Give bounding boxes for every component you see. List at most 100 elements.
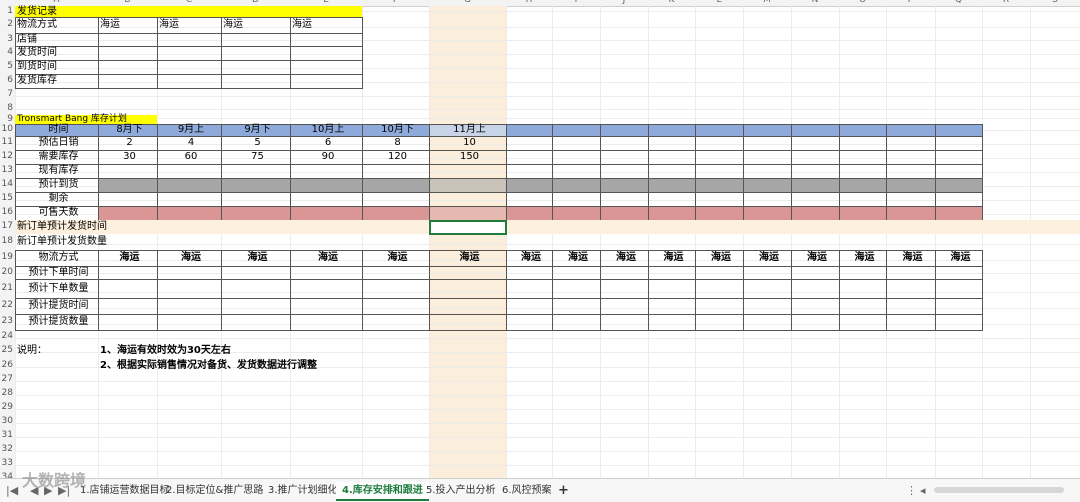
tab-promotion-plan[interactable]: 3.推广计划细化 xyxy=(262,482,344,499)
row-header[interactable]: 7 xyxy=(0,90,13,99)
row-header[interactable]: 5 xyxy=(0,62,13,71)
column-header[interactable]: L xyxy=(709,0,729,5)
row-header[interactable]: 18 xyxy=(0,237,13,246)
table-cell xyxy=(935,298,983,315)
row-header[interactable]: 12 xyxy=(0,152,13,161)
logistics-value: 海运 xyxy=(807,252,827,263)
column-header[interactable]: A xyxy=(47,0,67,5)
column-header[interactable]: K xyxy=(662,0,682,5)
row-header[interactable]: 20 xyxy=(0,267,13,277)
table-cell xyxy=(98,164,158,179)
column-header[interactable]: D xyxy=(246,0,266,5)
row-header[interactable]: 22 xyxy=(0,301,13,310)
table-cell xyxy=(221,164,291,179)
row-header[interactable]: 23 xyxy=(0,317,13,326)
note-item: 1、海运有效时效为30天左右 xyxy=(100,345,231,356)
column-header[interactable]: R xyxy=(996,0,1016,5)
table-cell xyxy=(886,150,936,165)
first-sheet-icon[interactable]: |◀ xyxy=(6,482,18,499)
tab-target-positioning[interactable]: 2.目标定位&推广思路 xyxy=(160,482,269,499)
table-cell xyxy=(362,164,430,179)
tab-inventory-arrangement[interactable]: 4.库存安排和跟进 xyxy=(336,482,429,501)
column-header[interactable]: J xyxy=(614,0,634,5)
table-cell xyxy=(791,206,840,221)
horizontal-scrollbar[interactable] xyxy=(934,487,1064,493)
gridline xyxy=(15,338,1080,339)
row-header[interactable]: 26 xyxy=(0,360,13,370)
gridline xyxy=(15,423,1080,424)
table-cell xyxy=(791,266,840,280)
row-header[interactable]: 2 xyxy=(0,20,13,29)
row-header[interactable]: 14 xyxy=(0,180,13,189)
row-header[interactable]: 19 xyxy=(0,253,13,262)
row-header[interactable]: 27 xyxy=(0,375,13,384)
row-header[interactable]: 4 xyxy=(0,48,13,57)
daily-sales-value: 5 xyxy=(254,137,261,148)
column-header[interactable]: H xyxy=(519,0,539,5)
scroll-left-icon[interactable]: ◂ xyxy=(920,482,926,499)
tab-risk-control[interactable]: 6.风控预案 xyxy=(496,482,558,499)
table-cell xyxy=(743,314,792,331)
row-header[interactable]: 6 xyxy=(0,76,13,85)
row-header[interactable]: 33 xyxy=(0,459,13,468)
column-header[interactable]: I xyxy=(566,0,586,5)
gridline xyxy=(695,6,696,478)
row-header[interactable]: 3 xyxy=(0,34,13,44)
table-cell xyxy=(290,74,363,89)
table-cell xyxy=(600,266,649,280)
row-header[interactable]: 1 xyxy=(0,6,13,16)
table-cell xyxy=(791,164,840,179)
table-cell xyxy=(695,136,744,151)
row-header[interactable]: 17 xyxy=(0,222,13,231)
logistics-value: 海运 xyxy=(568,252,588,263)
column-header[interactable]: N xyxy=(805,0,825,5)
column-header[interactable]: O xyxy=(853,0,873,5)
active-cell-G17[interactable] xyxy=(429,220,507,235)
row-header[interactable]: 9 xyxy=(0,114,13,124)
row-label: 预计到货 xyxy=(38,179,79,190)
gridline xyxy=(15,437,1080,438)
row-header[interactable]: 30 xyxy=(0,417,13,426)
column-header[interactable]: S xyxy=(1045,0,1065,5)
table-cell xyxy=(221,206,291,221)
row-header[interactable]: 24 xyxy=(0,332,13,341)
row-header[interactable]: 13 xyxy=(0,166,13,175)
table-cell xyxy=(157,74,222,89)
table-cell xyxy=(743,298,792,315)
column-header[interactable]: Q xyxy=(949,0,969,5)
row-header[interactable]: 8 xyxy=(0,103,13,113)
table-cell xyxy=(839,192,887,207)
cell-area[interactable]: 发货记录 物流方式 店铺 发货时间 到货时间 发货库存 海运 海运 海运 海运 Tronsmart … xyxy=(15,6,1080,478)
row-label: 预计下单数量 xyxy=(28,282,89,294)
row-header[interactable]: 25 xyxy=(0,346,13,355)
column-header[interactable]: E xyxy=(316,0,336,5)
gridline xyxy=(15,409,1080,410)
column-header[interactable]: F xyxy=(386,0,406,5)
row-header[interactable]: 11 xyxy=(0,138,13,147)
table-cell xyxy=(429,192,507,207)
column-header[interactable]: C xyxy=(179,0,199,5)
row-header[interactable]: 10 xyxy=(0,125,13,134)
new-order-ship-qty-label: 新订单预计发货数量 xyxy=(17,236,107,247)
row-header[interactable]: 15 xyxy=(0,194,13,203)
column-header[interactable]: G xyxy=(458,0,478,5)
column-header[interactable]: M xyxy=(757,0,777,5)
table-cell xyxy=(362,298,430,315)
row-header[interactable]: 31 xyxy=(0,431,13,440)
tab-input-output-analysis[interactable]: 5.投入产出分析 xyxy=(420,482,502,499)
spreadsheet-grid[interactable]: ABCDEFGHIJKLMNOPQRS 1 2 3 4 5 6 7 8 9 10 11 12 13 14 1… xyxy=(0,0,1080,478)
logistics-label: 物流方式 xyxy=(38,252,79,263)
row-header[interactable]: 28 xyxy=(0,389,13,398)
column-header[interactable]: B xyxy=(118,0,138,5)
row-header[interactable]: 16 xyxy=(0,208,13,217)
note-item: 2、根据实际销售情况对备货、发货数据进行调整 xyxy=(100,359,317,371)
add-sheet-button[interactable]: + xyxy=(552,482,575,499)
column-header[interactable]: P xyxy=(901,0,921,5)
row-label: 发货时间 xyxy=(17,47,57,58)
table-cell xyxy=(506,298,553,315)
row-header[interactable]: 32 xyxy=(0,445,13,454)
row-header[interactable]: 29 xyxy=(0,403,13,412)
table-cell xyxy=(290,46,363,61)
table-cell xyxy=(600,279,649,299)
row-header[interactable]: 21 xyxy=(0,283,13,293)
